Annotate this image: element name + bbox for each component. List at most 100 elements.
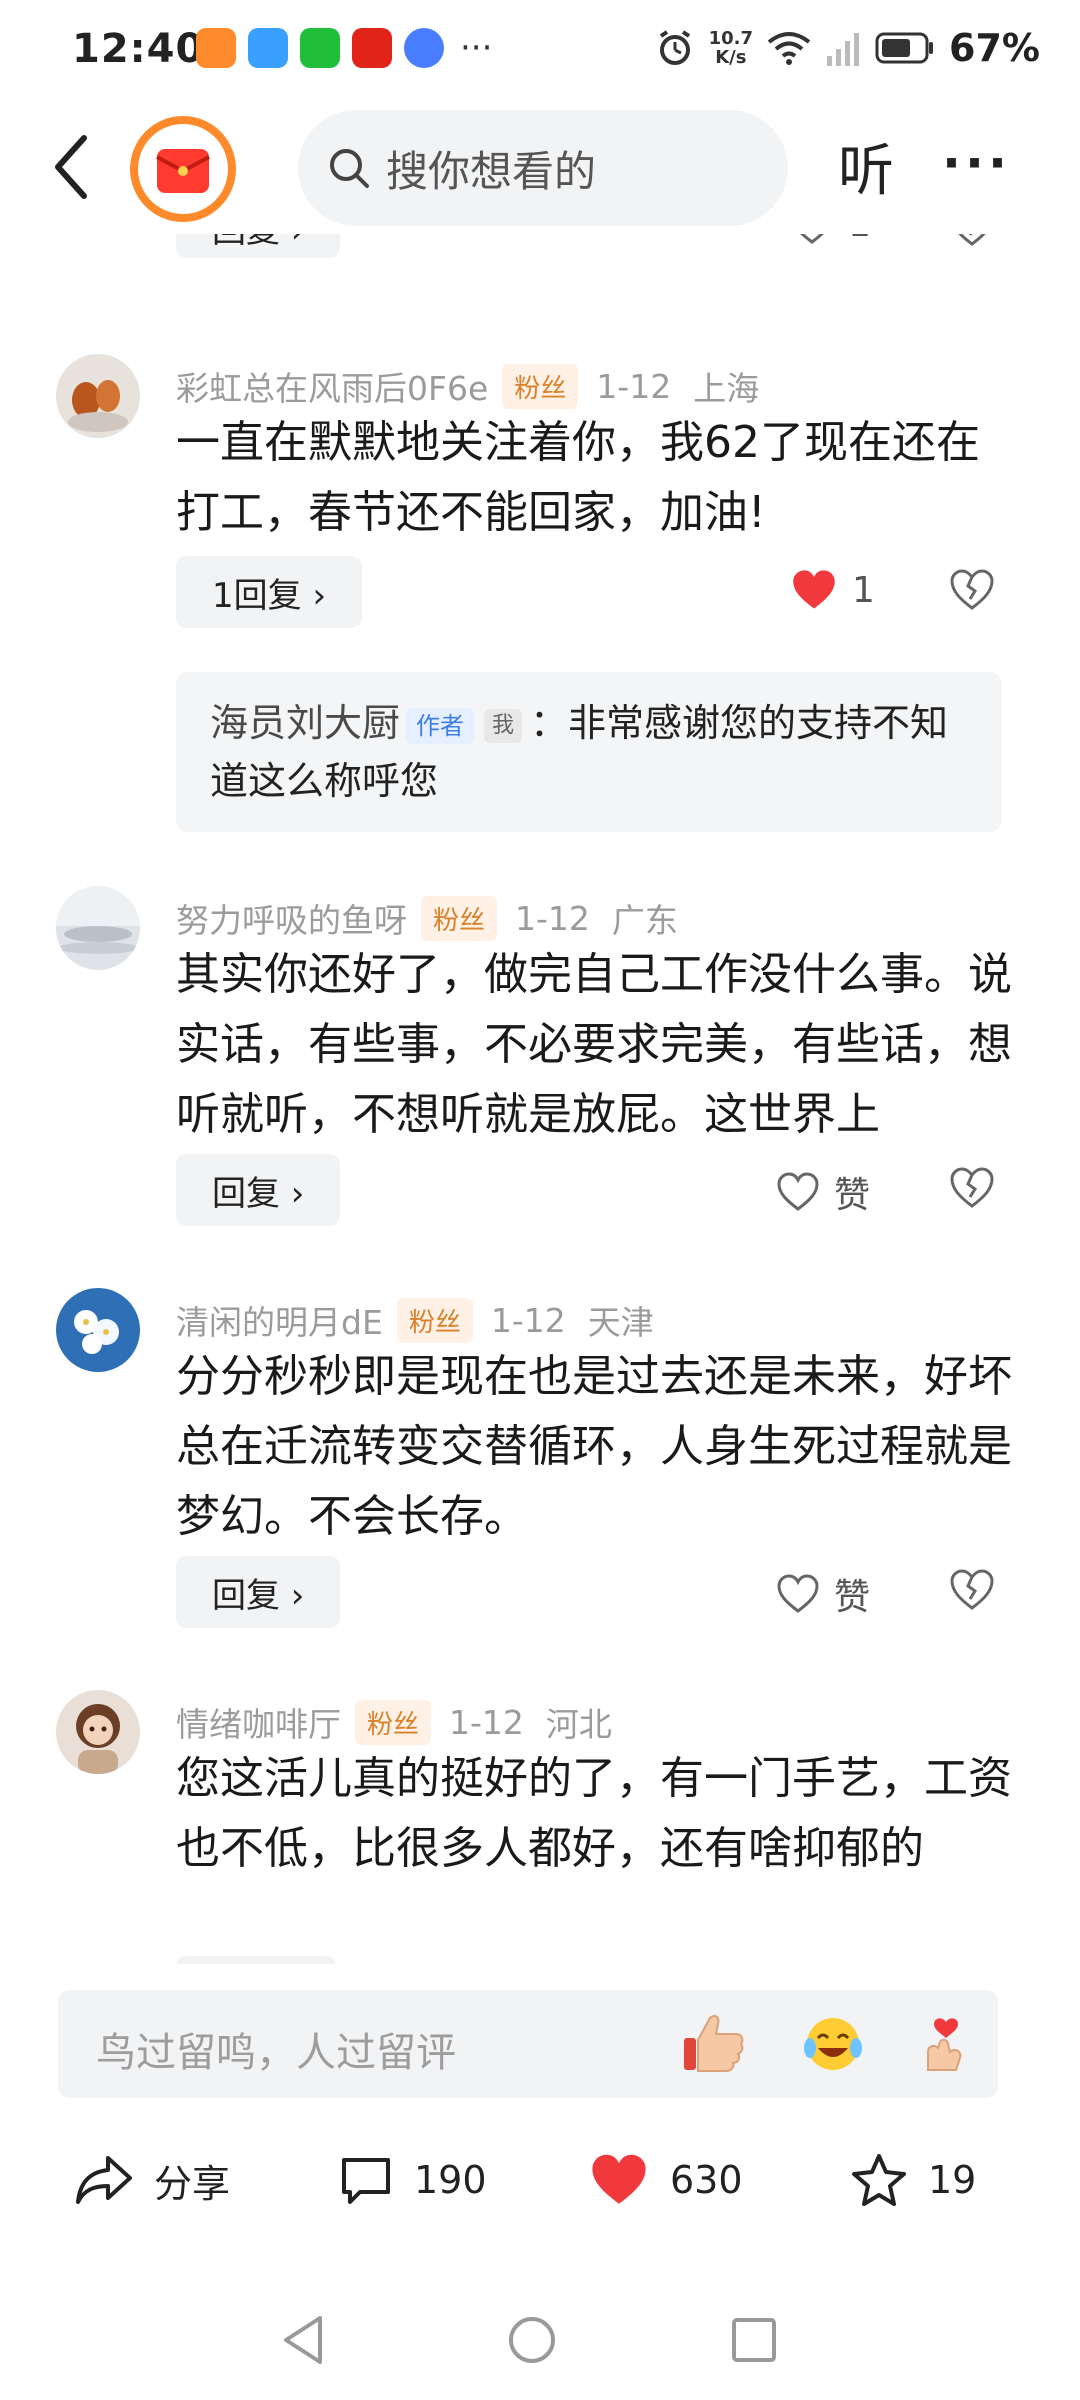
dislike-heart-icon[interactable] <box>948 566 996 614</box>
like-button[interactable]: 赞 <box>776 1568 870 1620</box>
heart-outline-icon <box>800 234 824 244</box>
comment-input-placeholder: 鸟过留鸣，人过留评 <box>96 2030 456 2076</box>
status-time: 12:40 <box>72 26 205 72</box>
comment-meta: 清闲的明月dE 粉丝 1-12 天津 <box>176 1296 654 1344</box>
comment-date: 1-12 <box>449 1702 524 1742</box>
red-envelope-icon <box>138 124 228 214</box>
thumbs-up-emoji-icon[interactable] <box>678 2008 748 2078</box>
wifi-icon <box>767 32 811 65</box>
comment-text: 分分秒秒即是现在也是过去还是未来，好坏总在迁流转变交替循环，人身生死过程就是梦幻… <box>176 1351 1012 1542</box>
fan-badge: 粉丝 <box>421 895 498 941</box>
nav-home-icon[interactable] <box>502 2310 562 2370</box>
like-button[interactable]: 1 <box>790 568 875 612</box>
comment-count-button[interactable]: 190 <box>338 2130 487 2230</box>
share-icon <box>76 2156 132 2204</box>
like-count: 1 <box>852 569 875 611</box>
top-navigation: 搜你想看的 听 ··· <box>0 104 1080 234</box>
status-indicators: 10.7 K/s 67% <box>655 26 1040 70</box>
more-notifications-icon: ··· <box>460 28 493 68</box>
comment-meta: 努力呼吸的鱼呀 粉丝 1-12 广东 <box>176 894 678 942</box>
search-icon <box>330 149 369 188</box>
comment-bubble-icon <box>342 2158 390 2204</box>
like-label: 赞 <box>834 1577 871 1618</box>
comment-list: 回复 › 1 彩虹总在风雨后0F6e 粉丝 1-12 上海 一直在默默地关注着你… <box>0 234 1080 1964</box>
share-button[interactable]: 分享 <box>74 2130 230 2230</box>
jd-app-icon <box>352 28 392 68</box>
avatar[interactable] <box>56 886 140 970</box>
heart-outline-icon <box>777 1172 819 1211</box>
comment-meta: 彩虹总在风雨后0F6e 粉丝 1-12 上海 <box>176 362 759 410</box>
app-logo[interactable] <box>130 116 236 222</box>
like-count: 1 <box>848 234 871 245</box>
fan-badge: 粉丝 <box>355 1699 432 1745</box>
comment-text: 您这活儿真的挺好的了，有一门手艺，工资也不低，比很多人都好，还有啥抑郁的 <box>176 1753 1012 1874</box>
fan-badge: 粉丝 <box>396 1297 473 1343</box>
dislike-heart-icon[interactable] <box>948 1164 996 1212</box>
heart-outline-icon <box>777 1574 819 1613</box>
search-placeholder: 搜你想看的 <box>386 146 597 196</box>
share-label: 分享 <box>154 2161 231 2206</box>
comment-text: 一直在默默地关注着你，我62了现在还在打工，春节还不能回家，加油! <box>176 417 980 538</box>
dislike-heart-icon[interactable] <box>948 234 996 250</box>
reply-button[interactable]: 回复 › <box>176 1154 341 1226</box>
browser-app-icon <box>248 28 288 68</box>
heart-filled-icon <box>793 570 835 609</box>
back-arrow-icon[interactable] <box>48 132 98 202</box>
network-speed-value: 10.7 <box>708 28 754 49</box>
username[interactable]: 情绪咖啡厅 <box>176 1698 341 1746</box>
battery-percentage: 67% <box>949 26 1040 70</box>
status-app-icons: ··· <box>196 28 492 68</box>
reply-button-partial[interactable] <box>176 1956 336 1964</box>
star-outline-icon <box>852 2154 906 2206</box>
battery-icon <box>875 32 934 64</box>
nav-recents-icon[interactable] <box>724 2310 784 2370</box>
like-label: 赞 <box>834 1175 871 1216</box>
reply-button[interactable]: 回复 › <box>176 234 341 258</box>
listen-button[interactable]: 听 <box>838 126 894 207</box>
comment-location: 上海 <box>693 369 760 408</box>
comment-input[interactable]: 鸟过留鸣，人过留评 <box>58 1990 998 2098</box>
reply-button[interactable]: 回复 › <box>176 1556 341 1628</box>
comment-date: 1-12 <box>490 1300 566 1340</box>
alarm-icon <box>659 30 690 65</box>
like-button[interactable]: 1 <box>790 234 871 245</box>
comment-meta: 情绪咖啡厅 粉丝 1-12 河北 <box>176 1698 612 1746</box>
fan-badge: 粉丝 <box>502 363 579 409</box>
planet-app-icon <box>404 28 444 68</box>
like-button[interactable]: 赞 <box>776 1166 870 1218</box>
favorite-count: 19 <box>928 2158 977 2202</box>
avatar[interactable] <box>56 354 140 438</box>
more-options-button[interactable]: ··· <box>942 134 1011 192</box>
comment-location: 广东 <box>611 901 678 940</box>
nav-back-icon[interactable] <box>274 2310 334 2370</box>
status-bar: 12:40 ··· 10.7 K/s 67% <box>0 0 1080 100</box>
heart-filled-icon <box>592 2154 646 2204</box>
signal-icon <box>827 33 860 66</box>
avatar[interactable] <box>56 1690 140 1774</box>
username[interactable]: 努力呼吸的鱼呀 <box>176 894 407 942</box>
taobao-app-icon <box>196 28 236 68</box>
like-total: 630 <box>670 2158 743 2202</box>
author-reply[interactable]: 海员刘大厨 作者我：非常感谢您的支持不知道这么称呼您 <box>176 672 1002 832</box>
favorite-button[interactable]: 19 <box>850 2130 976 2230</box>
system-navigation-bar <box>0 2290 1080 2400</box>
finger-heart-emoji-icon[interactable] <box>910 2008 980 2078</box>
network-speed-unit: K/s <box>715 47 747 68</box>
avatar[interactable] <box>56 1288 140 1372</box>
like-count-button[interactable]: 630 <box>588 2130 743 2230</box>
username[interactable]: 彩虹总在风雨后0F6e <box>176 362 488 410</box>
dislike-heart-icon[interactable] <box>948 1566 996 1614</box>
author-tag: 作者 <box>406 707 475 744</box>
author-name[interactable]: 海员刘大厨 <box>210 701 400 745</box>
laughing-crying-emoji-icon[interactable] <box>798 2008 868 2078</box>
reply-button[interactable]: 1回复 › <box>176 556 363 628</box>
username[interactable]: 清闲的明月dE <box>176 1296 383 1344</box>
comment-count: 190 <box>414 2158 487 2202</box>
network-speed: 10.7 K/s <box>709 29 753 67</box>
me-tag: 我 <box>484 708 523 743</box>
search-box[interactable]: 搜你想看的 <box>298 110 788 226</box>
comment-date: 1-12 <box>515 898 590 938</box>
bottom-action-bar: 分享 190 630 19 <box>0 2130 1080 2230</box>
comment-location: 天津 <box>587 1303 654 1342</box>
iqiyi-app-icon <box>300 28 340 68</box>
